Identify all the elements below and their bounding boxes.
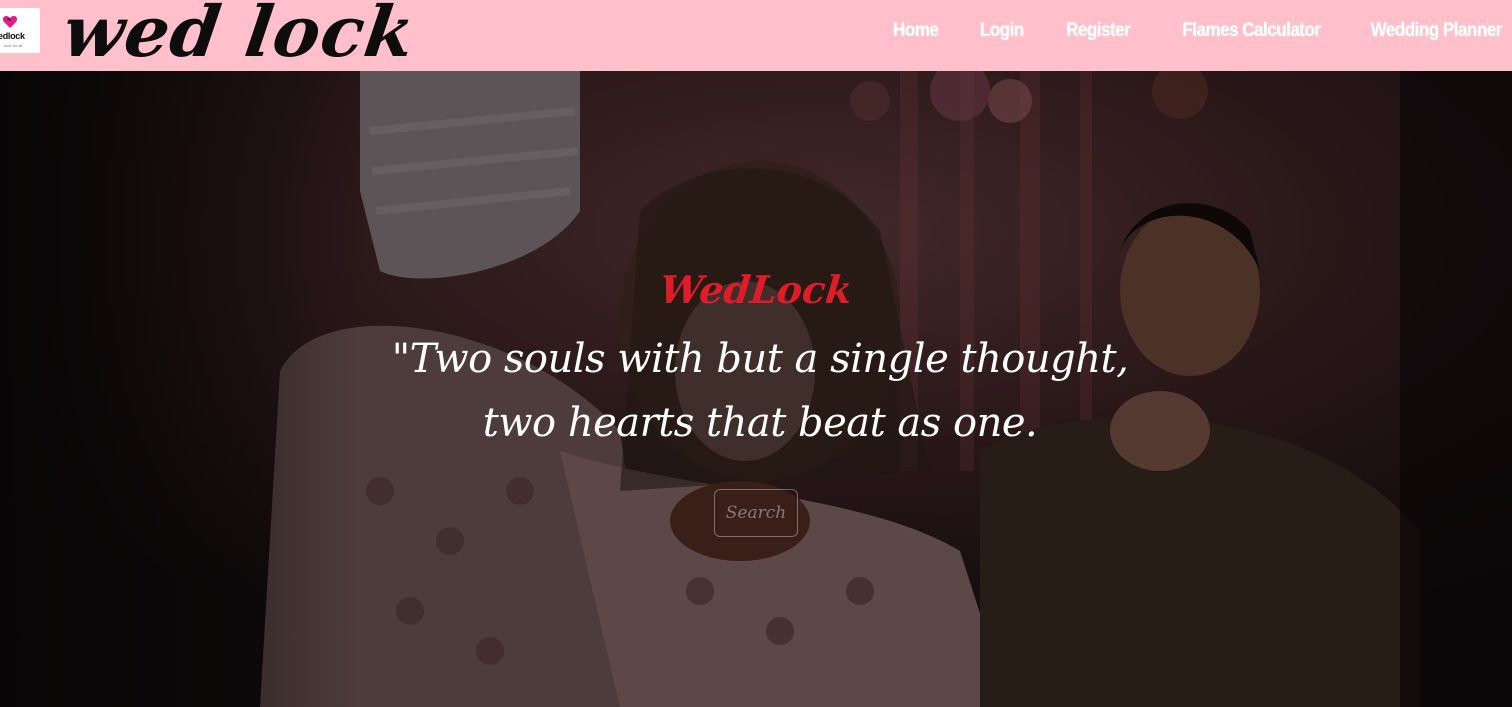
search-button[interactable]: Search xyxy=(714,489,798,537)
brand-wordmark[interactable]: wed lock xyxy=(58,0,420,73)
nav-flames-calculator-link[interactable]: Flames Calculator xyxy=(1182,20,1321,42)
nav-login-link[interactable]: Login xyxy=(980,20,1024,42)
nav-home-link[interactable]: Home xyxy=(893,20,939,42)
hero-content: WedLock "Two souls with but a single tho… xyxy=(0,71,1512,707)
heart-logo-icon xyxy=(2,16,18,28)
nav-register-link[interactable]: Register xyxy=(1067,20,1132,42)
navbar: edlock love for all wed lock Home Login … xyxy=(0,0,1512,73)
hero-section: WedLock "Two souls with but a single tho… xyxy=(0,71,1512,707)
hero-title: WedLock xyxy=(657,267,855,312)
logo-text: edlock xyxy=(0,31,25,41)
nav-wedding-planner-link[interactable]: Wedding Planner xyxy=(1371,20,1503,42)
logo[interactable]: edlock love for all xyxy=(0,8,40,53)
logo-tagline: love for all xyxy=(4,43,23,48)
nav-menu: Home Login Register Flames Calculator We… xyxy=(852,0,1502,62)
hero-quote: "Two souls with but a single thought, tw… xyxy=(391,336,1129,446)
